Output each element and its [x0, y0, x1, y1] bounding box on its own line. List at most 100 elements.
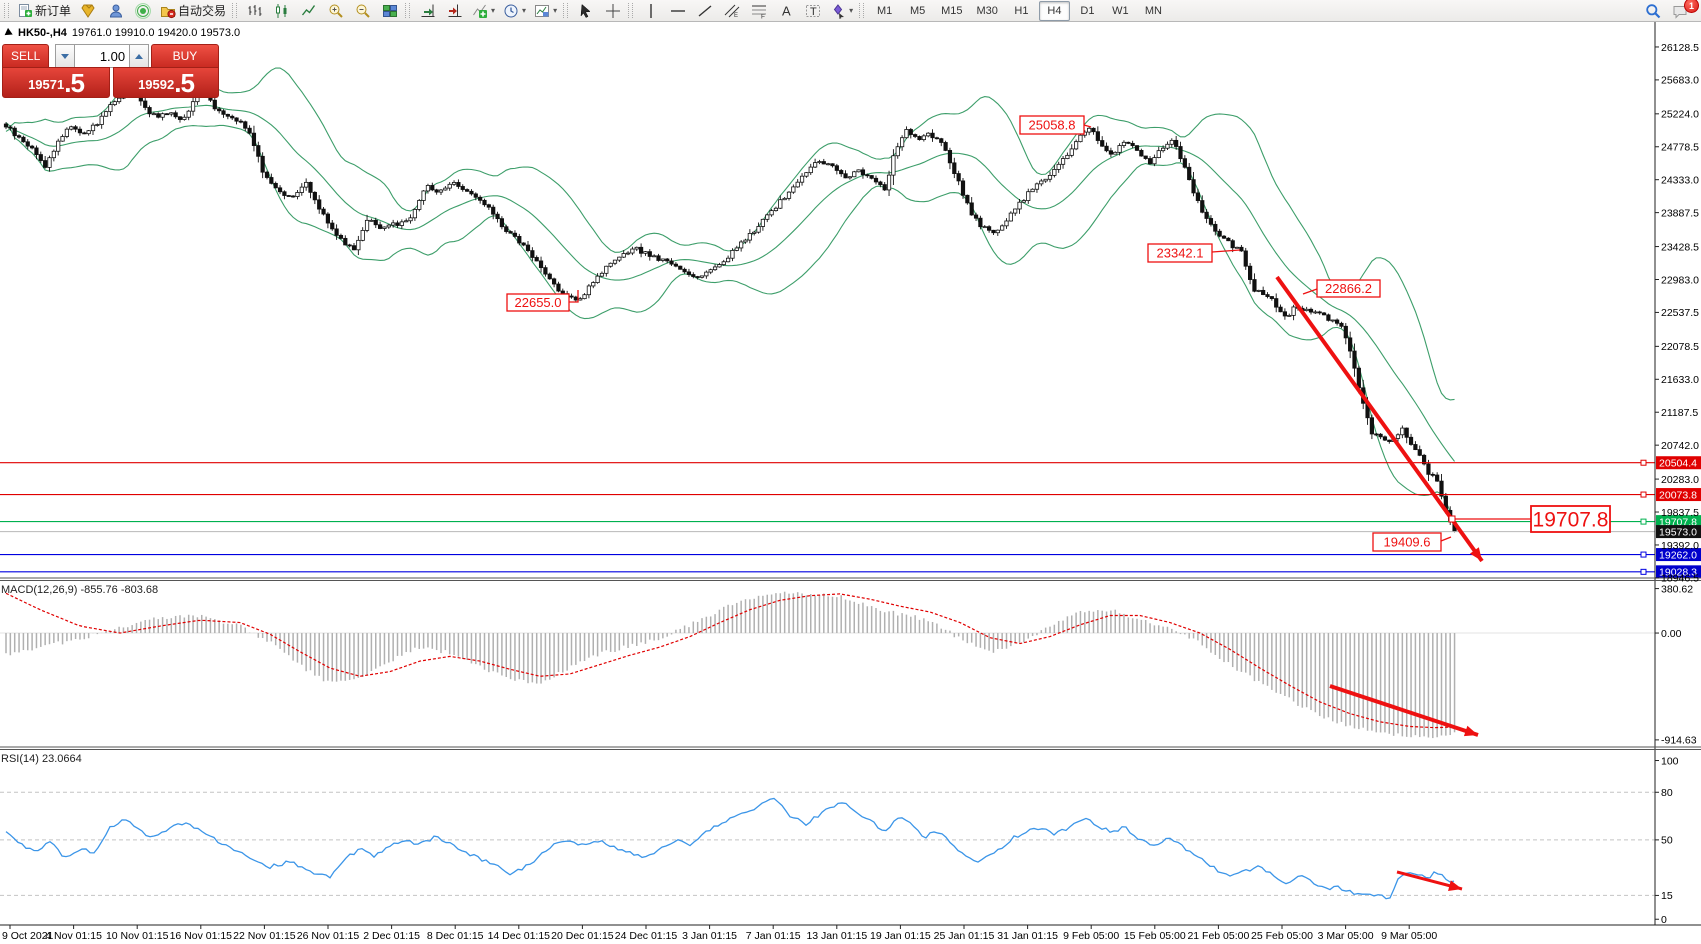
volume-up-button[interactable]: [129, 44, 149, 68]
doc-plus-icon: [17, 3, 33, 19]
candle: [966, 195, 969, 203]
svg-text:20073.8: 20073.8: [1659, 489, 1697, 501]
timeframe-d1-button[interactable]: D1: [1072, 1, 1103, 21]
candle: [909, 129, 912, 134]
toolbar-grip[interactable]: [563, 3, 568, 18]
candle: [496, 214, 499, 218]
price-annotation-25058.8[interactable]: 25058.8: [1020, 116, 1091, 134]
chart-svg: 22655.025058.823342.122866.219409.619707…: [0, 22, 1701, 944]
candle: [1157, 151, 1160, 158]
date-label: 21 Feb 05:00: [1187, 930, 1249, 942]
candle: [291, 196, 294, 197]
candle: [700, 276, 703, 277]
timeframe-h4-button[interactable]: H4: [1039, 1, 1070, 21]
timeframe-w1-button[interactable]: W1: [1105, 1, 1136, 21]
svg-text:15: 15: [1661, 890, 1673, 902]
candle: [996, 230, 999, 233]
toolbar-grip[interactable]: [859, 3, 864, 18]
candle: [65, 129, 68, 136]
sell-price-panel[interactable]: 19571.5: [2, 67, 110, 98]
channel-button[interactable]: E: [718, 0, 745, 21]
shapes-button[interactable]: ▾: [826, 0, 857, 21]
chart-symbol-period: HK50-,H4: [18, 27, 67, 39]
date-label: 24 Dec 01:15: [615, 930, 678, 942]
auto-scroll-button[interactable]: [414, 0, 441, 21]
cursor-button[interactable]: [572, 0, 599, 21]
timeframe-h1-button[interactable]: H1: [1006, 1, 1037, 21]
candle: [78, 129, 81, 133]
line-chart-button[interactable]: [295, 0, 322, 21]
candle: [1188, 167, 1191, 179]
candle: [452, 182, 455, 184]
tile-windows-button[interactable]: [376, 0, 403, 21]
buy-price-panel[interactable]: 19592.5: [113, 67, 219, 98]
toolbar-grip[interactable]: [405, 3, 410, 18]
notifications-button[interactable]: 1: [1666, 0, 1693, 21]
autotrade-button[interactable]: 自动交易: [156, 0, 230, 21]
buy-button[interactable]: BUY: [151, 44, 219, 68]
candle: [43, 161, 46, 168]
candle: [713, 267, 716, 270]
candle: [831, 164, 834, 166]
candle: [357, 240, 360, 249]
candle: [796, 182, 799, 187]
timeframe-m5-button[interactable]: M5: [902, 1, 933, 21]
candle: [1340, 323, 1343, 326]
fibonacci-button[interactable]: F: [745, 0, 772, 21]
candle: [644, 252, 647, 254]
text-button[interactable]: A: [772, 0, 799, 21]
candle: [1318, 312, 1321, 313]
candle: [953, 163, 956, 174]
vline-button[interactable]: [637, 0, 664, 21]
candle: [1240, 247, 1243, 251]
svg-text:E: E: [734, 13, 738, 19]
candle: [1375, 434, 1378, 435]
sell-button[interactable]: SELL: [2, 44, 49, 68]
label-button[interactable]: T: [799, 0, 826, 21]
timeframe-m30-button[interactable]: M30: [971, 1, 1004, 21]
indicators-button[interactable]: ▾: [468, 0, 499, 21]
candle: [1275, 299, 1278, 308]
candle: [304, 182, 307, 187]
price-annotation-19409.6[interactable]: 19409.6: [1373, 533, 1451, 551]
candle: [840, 170, 843, 173]
hline-button[interactable]: [664, 0, 691, 21]
candle: [735, 248, 738, 250]
candle: [487, 205, 490, 207]
candle: [26, 142, 29, 146]
crosshair-button[interactable]: [599, 0, 626, 21]
candle: [696, 277, 699, 278]
volume-input[interactable]: [75, 44, 129, 68]
periods-button[interactable]: ▾: [499, 0, 530, 21]
zoom-out-button[interactable]: [349, 0, 376, 21]
toolbar-grip[interactable]: [4, 3, 9, 18]
chart-shift-button[interactable]: [441, 0, 468, 21]
candle: [104, 112, 107, 117]
candle: [235, 118, 238, 121]
toolbar-grip[interactable]: [232, 3, 237, 18]
navigator-button[interactable]: [129, 0, 156, 21]
templates-button[interactable]: ▾: [530, 0, 561, 21]
timeframe-m1-button[interactable]: M1: [869, 1, 900, 21]
volume-down-button[interactable]: [55, 44, 75, 68]
trendline-button[interactable]: [691, 0, 718, 21]
search-button[interactable]: [1639, 0, 1666, 21]
bar-chart-button[interactable]: [241, 0, 268, 21]
candle: [757, 226, 760, 232]
candle: [1018, 202, 1021, 209]
autoscroll-icon: [420, 3, 436, 19]
candle: [17, 136, 20, 138]
new-order-button[interactable]: 新订单: [13, 0, 75, 21]
candle: [1179, 147, 1182, 159]
zoom-in-button[interactable]: [322, 0, 349, 21]
toolbar-grip[interactable]: [628, 3, 633, 18]
data-window-button[interactable]: [102, 0, 129, 21]
candle: [1440, 481, 1443, 496]
candle: [413, 209, 416, 217]
timeframe-m15-button[interactable]: M15: [935, 1, 968, 21]
market-watch-button[interactable]: [75, 0, 102, 21]
timeframe-mn-button[interactable]: MN: [1138, 1, 1169, 21]
candle: [1161, 148, 1164, 150]
candle: [770, 211, 773, 215]
candlestick-chart-button[interactable]: [268, 0, 295, 21]
